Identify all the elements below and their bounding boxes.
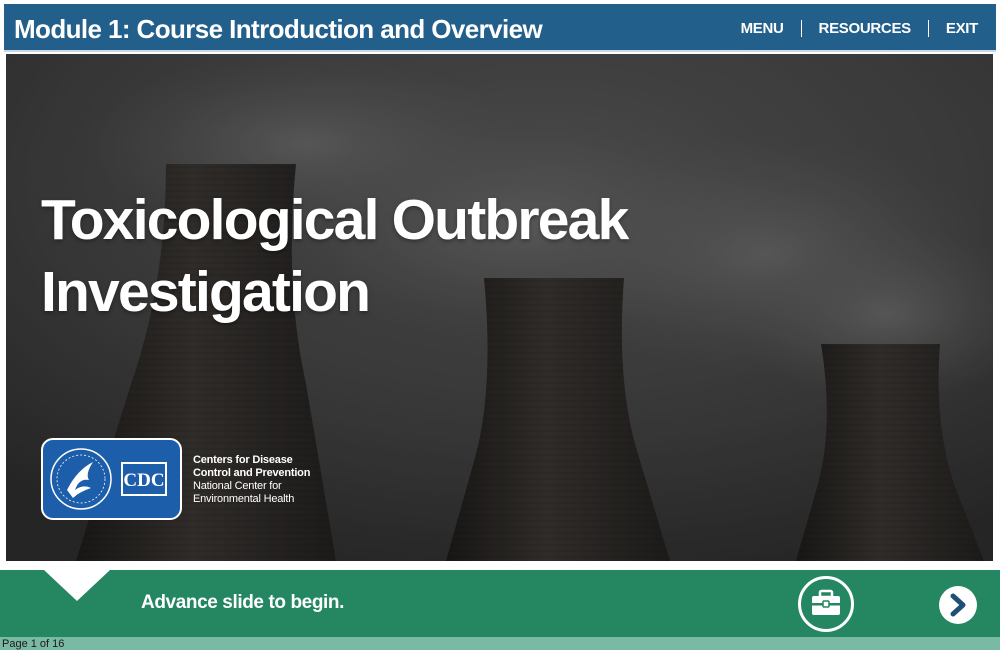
toolkit-button[interactable] xyxy=(798,576,854,632)
hhs-eagle-icon: CDC xyxy=(50,448,167,510)
cdc-logo-text: CDC xyxy=(123,470,164,491)
center-line-2: Environmental Health xyxy=(193,493,295,505)
slide-hero: Toxicological Outbreak Investigation CDC… xyxy=(6,54,993,561)
module-header: Module 1: Course Introduction and Overvi… xyxy=(4,4,996,52)
top-nav: MENU RESOURCES EXIT xyxy=(741,20,978,37)
footer-notch-pointer xyxy=(44,570,110,601)
menu-link[interactable]: MENU xyxy=(741,20,784,37)
cdc-org-name: Centers for Disease Control and Preventi… xyxy=(193,454,310,506)
advance-instruction: Advance slide to begin. xyxy=(141,592,345,613)
org-line-2: Control and Prevention xyxy=(193,467,311,479)
module-title: Module 1: Course Introduction and Overvi… xyxy=(14,14,543,44)
slide-title: Toxicological Outbreak Investigation xyxy=(41,184,629,328)
exit-link[interactable]: EXIT xyxy=(946,20,978,37)
hhs-cdc-logo: CDC xyxy=(41,438,182,520)
toolbox-icon xyxy=(812,589,840,615)
slide-title-line-2: Investigation xyxy=(41,260,371,324)
nav-divider xyxy=(927,20,929,37)
next-slide-button[interactable] xyxy=(939,586,977,624)
center-line-1: National Center for xyxy=(193,480,282,492)
chevron-right-icon xyxy=(950,593,966,617)
slide-title-line-1: Toxicological Outbreak xyxy=(41,188,629,252)
page-indicator: Page 1 of 16 xyxy=(2,638,65,650)
nav-divider xyxy=(800,20,802,37)
page-indicator-bar: Page 1 of 16 xyxy=(0,637,1000,650)
slide-footer: Advance slide to begin. xyxy=(0,570,1000,637)
resources-link[interactable]: RESOURCES xyxy=(819,20,912,37)
org-line-1: Centers for Disease xyxy=(193,454,293,466)
